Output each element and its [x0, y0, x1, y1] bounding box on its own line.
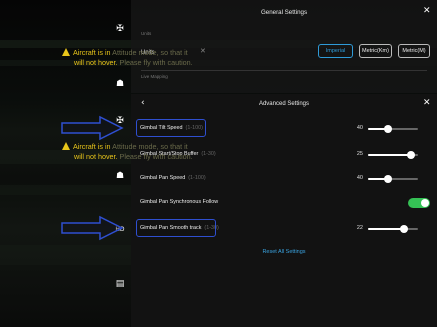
advanced-settings-title: Advanced Settings — [258, 101, 310, 107]
gimbal-pan-smooth-track-slider[interactable] — [368, 225, 418, 233]
units-imperial-button[interactable]: Imperial — [318, 44, 353, 58]
annotation-arrow — [61, 215, 124, 241]
row-label: Gimbal Pan Speed — [140, 175, 186, 181]
annotation-arrow — [61, 115, 124, 141]
units-metric-m-button[interactable]: Metric(M) — [398, 44, 430, 58]
gimbal-start-stop-buffer-slider[interactable] — [368, 151, 418, 159]
gimbal-pan-speed-slider[interactable] — [368, 175, 418, 183]
divider — [141, 70, 427, 71]
section-units-label: Units — [141, 31, 152, 36]
attitude-mode-warning: Aircraft is in Attitude mode, so that it… — [62, 48, 252, 67]
gimbal-tilt-speed-slider[interactable] — [368, 125, 418, 133]
checklist-icon[interactable]: ▤ — [115, 279, 125, 289]
row-value: 25 — [356, 151, 363, 157]
camera-icon[interactable]: ☗ — [115, 171, 125, 181]
close-icon[interactable]: ✕ — [423, 99, 431, 108]
gimbal-pan-speed-row: Gimbal Pan Speed (1-100) 40 — [131, 172, 437, 186]
highlight-box — [136, 219, 216, 237]
reset-all-settings-link[interactable]: Reset All Settings — [131, 249, 437, 255]
row-value: 22 — [356, 225, 363, 231]
gimbal-pan-sync-follow-toggle[interactable] — [408, 198, 430, 208]
gimbal-pan-sync-follow-row: Gimbal Pan Synchronous Follow — [131, 196, 437, 210]
drone-icon[interactable]: ✠ — [115, 24, 125, 34]
slider-thumb[interactable] — [384, 175, 392, 183]
slider-thumb[interactable] — [384, 125, 392, 133]
slider-thumb[interactable] — [406, 151, 415, 159]
general-settings-panel: General Settings ✕ Units Units Imperial … — [131, 0, 437, 93]
highlight-box — [136, 119, 206, 137]
close-icon[interactable]: ✕ — [423, 7, 431, 16]
warning-close-icon[interactable]: ✕ — [200, 47, 206, 56]
units-metric-km-button[interactable]: Metric(Km) — [359, 44, 392, 58]
attitude-mode-warning: Aircraft is in Attitude mode, so that it… — [62, 142, 252, 161]
row-range: (1-100) — [188, 175, 206, 181]
row-label: Gimbal Pan Synchronous Follow — [140, 199, 219, 205]
warning-icon — [62, 48, 70, 56]
general-settings-title: General Settings — [260, 9, 308, 16]
slider-thumb[interactable] — [400, 225, 408, 233]
row-value: 40 — [356, 175, 363, 181]
section-live-mapping-label: Live Mapping — [141, 74, 168, 79]
row-value: 40 — [356, 125, 363, 131]
camera-icon[interactable]: ☗ — [115, 79, 125, 89]
warning-icon — [62, 142, 70, 150]
